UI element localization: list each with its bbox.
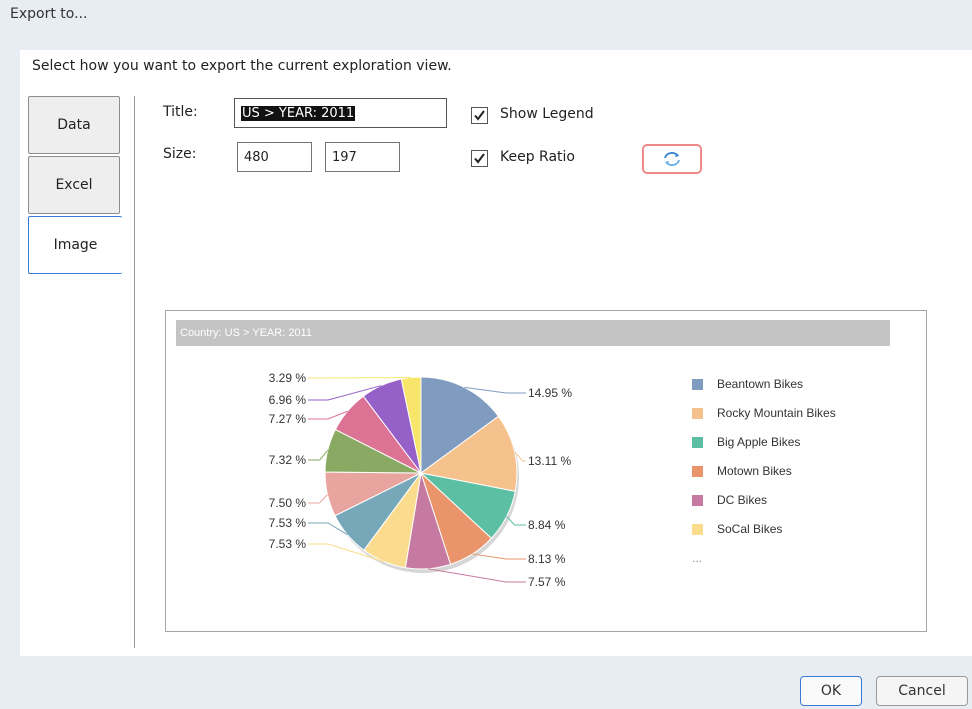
keep-ratio-label: Keep Ratio bbox=[500, 149, 575, 165]
refresh-button[interactable] bbox=[642, 144, 702, 174]
ok-button[interactable]: OK bbox=[800, 676, 862, 706]
legend-swatch bbox=[692, 495, 703, 506]
tab-image-label: Image bbox=[53, 237, 98, 253]
chart-legend: Beantown Bikes Rocky Mountain Bikes Big Ap… bbox=[692, 377, 836, 565]
tab-image[interactable]: Image bbox=[28, 216, 122, 274]
height-input[interactable]: 197 bbox=[325, 142, 400, 172]
slice-label: 7.27 % bbox=[269, 412, 307, 426]
slice-leader-line bbox=[472, 553, 526, 560]
legend-label: SoCal Bikes bbox=[717, 522, 783, 536]
checkmark-icon bbox=[474, 110, 485, 121]
slice-label: 7.53 % bbox=[269, 537, 307, 551]
legend-label: Big Apple Bikes bbox=[717, 435, 801, 449]
slice-label: 13.11 % bbox=[528, 454, 571, 468]
show-legend-label: Show Legend bbox=[500, 106, 594, 122]
legend-item: Beantown Bikes bbox=[692, 377, 836, 406]
show-legend-checkbox[interactable] bbox=[471, 107, 488, 124]
legend-label: Motown Bikes bbox=[717, 464, 792, 478]
dialog-content: Select how you want to export the curren… bbox=[20, 50, 972, 656]
checkmark-icon bbox=[474, 153, 485, 164]
image-preview: Country: US > YEAR: 2011 14.95 % 13.11 % 8… bbox=[165, 310, 927, 632]
legend-item: Motown Bikes bbox=[692, 464, 836, 493]
tab-data-label: Data bbox=[57, 117, 91, 133]
legend-label: DC Bikes bbox=[717, 493, 768, 507]
legend-swatch bbox=[692, 437, 703, 448]
tab-data[interactable]: Data bbox=[28, 96, 120, 154]
slice-label: 7.32 % bbox=[269, 453, 307, 467]
width-input[interactable]: 480 bbox=[237, 142, 312, 172]
slice-label: 7.57 % bbox=[528, 575, 566, 589]
slice-label: 7.53 % bbox=[269, 516, 307, 530]
slice-leader-line bbox=[308, 410, 348, 420]
legend-item: Rocky Mountain Bikes bbox=[692, 406, 836, 435]
legend-item: SoCal Bikes bbox=[692, 522, 836, 551]
width-input-value: 480 bbox=[244, 149, 269, 165]
legend-swatch bbox=[692, 408, 703, 419]
slice-label: 3.29 % bbox=[269, 371, 307, 385]
title-label: Title: bbox=[163, 104, 198, 120]
legend-swatch bbox=[692, 379, 703, 390]
cancel-button[interactable]: Cancel bbox=[876, 676, 968, 706]
legend-label: Rocky Mountain Bikes bbox=[717, 406, 836, 420]
instruction-text: Select how you want to export the curren… bbox=[32, 58, 452, 74]
slice-label: 8.84 % bbox=[528, 518, 566, 532]
title-input-value: US > YEAR: 2011 bbox=[241, 105, 356, 121]
legend-item: DC Bikes bbox=[692, 493, 836, 522]
slice-leader-line bbox=[308, 449, 329, 461]
slice-label: 14.95 % bbox=[528, 386, 572, 400]
tab-excel-label: Excel bbox=[55, 177, 93, 193]
legend-swatch bbox=[692, 466, 703, 477]
tab-divider bbox=[134, 96, 135, 648]
dialog-title: Export to... bbox=[10, 6, 88, 22]
title-input[interactable]: US > YEAR: 2011 bbox=[234, 98, 447, 128]
keep-ratio-checkbox[interactable] bbox=[471, 150, 488, 167]
legend-item: Big Apple Bikes bbox=[692, 435, 836, 464]
slice-label: 8.13 % bbox=[528, 552, 566, 566]
refresh-icon bbox=[664, 152, 680, 166]
legend-label: Beantown Bikes bbox=[717, 377, 804, 391]
height-input-value: 197 bbox=[332, 149, 357, 165]
slice-leader-line bbox=[308, 494, 328, 504]
slice-label: 6.96 % bbox=[269, 393, 307, 407]
legend-more: ... bbox=[692, 551, 703, 565]
slice-label: 7.50 % bbox=[269, 496, 307, 510]
size-label: Size: bbox=[163, 146, 197, 162]
tab-excel[interactable]: Excel bbox=[28, 156, 120, 214]
legend-swatch bbox=[692, 524, 703, 535]
